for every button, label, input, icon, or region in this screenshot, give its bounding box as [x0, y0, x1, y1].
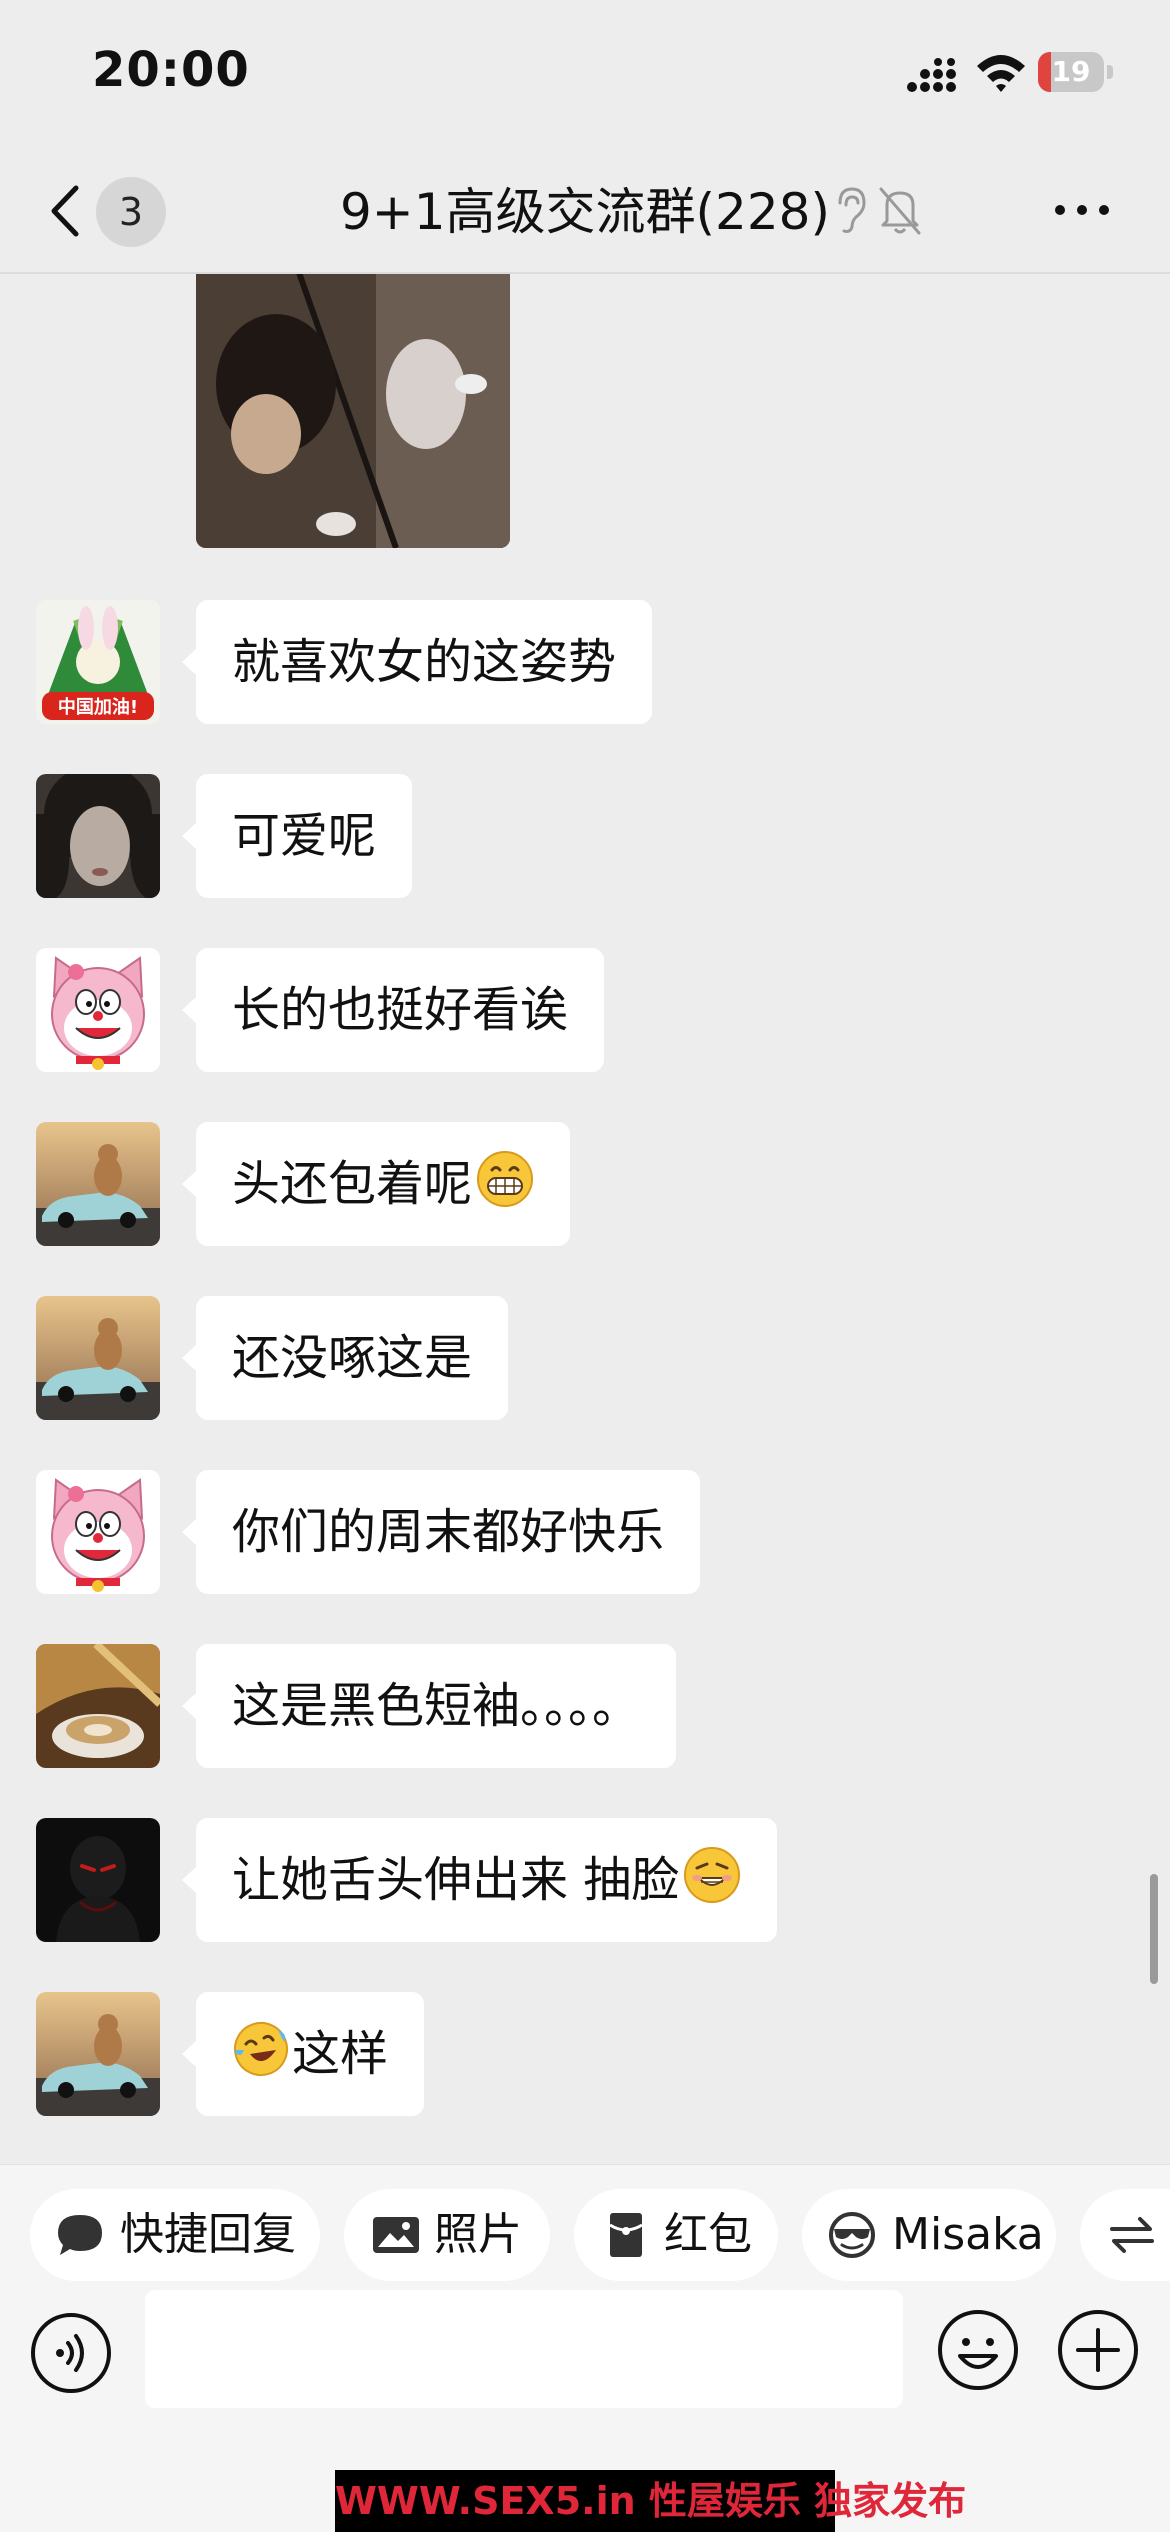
- crying-laughing-emoji: [232, 2022, 292, 2082]
- status-bar: 20:00 19: [0, 0, 1170, 150]
- message-text: 让她舌头伸出来 抽脸: [232, 1852, 680, 1908]
- battery-indicator: 19: [1038, 52, 1114, 92]
- message-text: 这样: [292, 2026, 389, 2082]
- photo-label: 照片: [434, 2209, 522, 2260]
- pink-cat-avatar[interactable]: [36, 948, 160, 1072]
- smirk-face-emoji: [679, 1847, 741, 1908]
- unread-count-badge[interactable]: 3: [96, 177, 166, 247]
- red-packet-icon: [609, 2213, 643, 2257]
- watermark-banner: WWW.SEX5.in 性屋娱乐 独家发布: [335, 2470, 966, 2532]
- message-bubble[interactable]: 长的也挺好看诶: [181, 948, 605, 1072]
- svg-text:中国加油!: 中国加油!: [58, 696, 138, 718]
- message-bubble[interactable]: 这样: [181, 1992, 425, 2116]
- message-bubble[interactable]: 还没啄这是: [181, 1296, 509, 1420]
- wifi-icon: [977, 55, 1025, 92]
- message-row: 还没啄这是: [0, 1296, 1170, 1420]
- message-row: 长的也挺好看诶: [0, 948, 1170, 1072]
- emoji-picker-icon[interactable]: [936, 2308, 1020, 2392]
- quick-reply-button[interactable]: 快捷回复: [30, 2189, 320, 2281]
- grinning-face-emoji: [472, 1151, 534, 1212]
- message-row: 这是黑色短袖。。。。: [0, 1644, 1170, 1768]
- image-icon: [373, 2217, 419, 2253]
- message-text: 长的也挺好看诶: [232, 982, 569, 1038]
- message-text: 这是黑色短袖。。。。: [232, 1678, 641, 1734]
- woman-portrait-avatar[interactable]: [36, 774, 160, 898]
- photo-button[interactable]: 照片: [344, 2189, 550, 2281]
- message-text: 头还包着呢: [232, 1156, 473, 1212]
- quick-reply-label: 快捷回复: [120, 2209, 296, 2260]
- misaka-button[interactable]: Misaka: [802, 2189, 1056, 2281]
- chat-header: 3 9+1高级交流群(228): [0, 150, 1170, 274]
- misaka-label: Misaka: [892, 2209, 1044, 2260]
- sports-car-avatar[interactable]: [36, 1296, 160, 1420]
- scroll-indicator[interactable]: [1150, 1874, 1158, 1984]
- message-row: 可爱呢: [0, 774, 1170, 898]
- status-time: 20:00: [92, 42, 250, 98]
- message-row: 中国加油! 就喜欢女的这姿势: [0, 600, 1170, 724]
- message-bubble[interactable]: 让她舌头伸出来 抽脸: [181, 1818, 778, 1942]
- message-row: 你们的周末都好快乐: [0, 1470, 1170, 1594]
- red-packet-label: 红包: [664, 2209, 752, 2260]
- switch-button[interactable]: [1080, 2189, 1170, 2281]
- sports-car-avatar[interactable]: [36, 1992, 160, 2116]
- sunglasses-emoji-icon: [829, 2212, 875, 2258]
- speech-bubble-icon: [58, 2215, 102, 2255]
- cellular-signal-icon: [907, 58, 956, 92]
- ear-icon: [838, 187, 866, 233]
- switch-arrows-icon: [1110, 2217, 1154, 2253]
- message-row: 让她舌头伸出来 抽脸: [0, 1818, 1170, 1942]
- message-row: 头还包着呢: [0, 1122, 1170, 1246]
- more-functions-plus-icon[interactable]: [1056, 2308, 1140, 2392]
- chat-message-list[interactable]: 中国加油! 就喜欢女的这姿势 可爱呢长的也挺好看诶 头还包着呢还没啄这是你们的周末都好…: [0, 274, 1170, 2164]
- message-text: 你们的周末都好快乐: [232, 1504, 665, 1560]
- battery-percent: 19: [1051, 55, 1091, 88]
- message-row: 这样: [0, 1992, 1170, 2116]
- message-bubble[interactable]: 头还包着呢: [181, 1122, 571, 1246]
- photo-message[interactable]: [196, 274, 510, 548]
- message-text-input[interactable]: [145, 2290, 903, 2408]
- sports-car-avatar[interactable]: [36, 1122, 160, 1246]
- coffee-avatar[interactable]: [36, 1644, 160, 1768]
- more-options-icon[interactable]: [1050, 190, 1114, 230]
- message-bubble[interactable]: 这是黑色短袖。。。。: [181, 1644, 677, 1768]
- red-packet-button[interactable]: 红包: [574, 2189, 778, 2281]
- quick-action-bar: 快捷回复 照片 红包 Misaka: [0, 2164, 1170, 2291]
- message-bubble[interactable]: 可爱呢: [181, 774, 413, 898]
- message-bubble[interactable]: 你们的周末都好快乐: [181, 1470, 701, 1594]
- message-text: 就喜欢女的这姿势: [232, 634, 617, 690]
- message-input-bar: [0, 2290, 1170, 2450]
- message-text: 可爱呢: [232, 808, 377, 864]
- dark-figure-avatar[interactable]: [36, 1818, 160, 1942]
- mute-bell-icon: [879, 187, 921, 235]
- pink-cat-avatar[interactable]: [36, 1470, 160, 1594]
- china-cheer-avatar[interactable]: 中国加油!: [36, 600, 160, 724]
- message-text: 还没啄这是: [232, 1330, 473, 1386]
- chat-title: 9+1高级交流群(228): [340, 183, 830, 241]
- voice-input-icon[interactable]: [30, 2312, 112, 2394]
- back-chevron-icon[interactable]: [40, 176, 90, 246]
- message-bubble[interactable]: 就喜欢女的这姿势: [181, 600, 653, 724]
